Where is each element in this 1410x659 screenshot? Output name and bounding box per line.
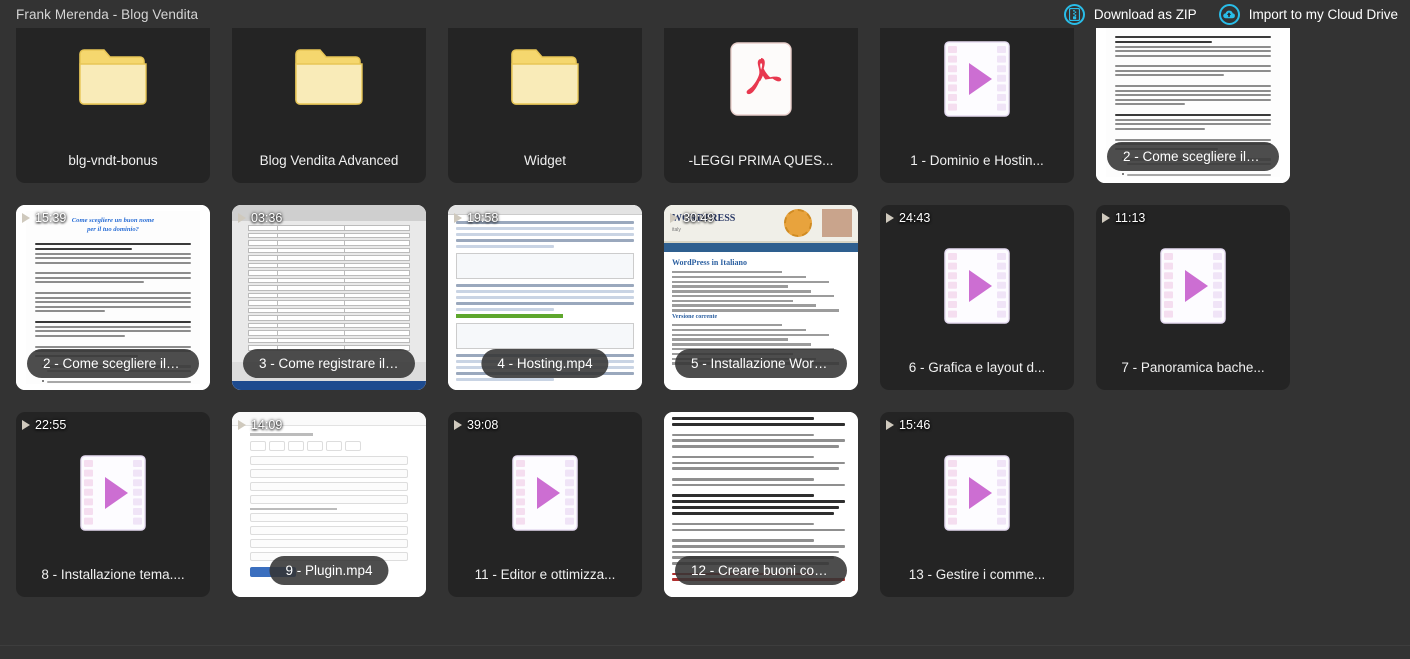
file-card[interactable]: 12 - Creare buoni con... bbox=[664, 412, 858, 597]
file-name-label: blg-vndt-bonus bbox=[68, 152, 158, 168]
file-card[interactable]: Come scegliere un buon nomeper il tuo do… bbox=[1096, 28, 1290, 183]
duration-label: 15:39 bbox=[35, 211, 67, 225]
page-title: Frank Merenda - Blog Vendita bbox=[16, 6, 199, 22]
file-card[interactable]: 22:55 8 - Installazione tema.... bbox=[16, 412, 210, 597]
file-name-label: 6 - Grafica e layout d... bbox=[908, 359, 1046, 375]
duration-label: 24:43 bbox=[899, 211, 931, 225]
file-card[interactable]: Widget bbox=[448, 28, 642, 183]
file-name-pill: 12 - Creare buoni con... bbox=[675, 556, 847, 585]
file-card[interactable]: -LEGGI PRIMA QUES... bbox=[664, 28, 858, 183]
duration-badge: 24:43 bbox=[886, 211, 930, 225]
file-name-pill: 4 - Hosting.mp4 bbox=[481, 349, 609, 378]
file-card[interactable]: blg-vndt-bonus bbox=[16, 28, 210, 183]
duration-badge: 03:36 bbox=[238, 211, 282, 225]
folder-icon bbox=[232, 28, 426, 138]
file-card[interactable]: 30:49 WORDPRESS italy WordPress in Italiano… bbox=[664, 205, 858, 390]
import-to-cloud-drive-button[interactable]: Import to my Cloud Drive bbox=[1218, 3, 1398, 25]
play-triangle-icon bbox=[886, 213, 894, 223]
file-name-pill: 3 - Come registrare il ... bbox=[243, 349, 415, 378]
app-header: Frank Merenda - Blog Vendita Download as… bbox=[0, 0, 1410, 28]
file-name-pill: 9 - Plugin.mp4 bbox=[269, 556, 389, 585]
file-card[interactable]: 15:39 Come scegliere un buon nome per il t… bbox=[16, 205, 210, 390]
file-card[interactable]: 39:08 11 - Editor e ottimizza... bbox=[448, 412, 642, 597]
duration-label: 15:46 bbox=[899, 418, 931, 432]
play-triangle-icon bbox=[670, 213, 678, 223]
play-triangle-icon bbox=[454, 420, 462, 430]
duration-badge: 22:55 bbox=[22, 418, 66, 432]
pdf-file-icon bbox=[664, 28, 858, 138]
duration-label: 11:13 bbox=[1115, 211, 1146, 225]
play-triangle-icon bbox=[1102, 213, 1110, 223]
duration-label: 03:36 bbox=[251, 211, 283, 225]
file-card[interactable]: 19:58 4 - Hosting.mp4 bbox=[448, 205, 642, 390]
duration-badge: 39:08 bbox=[454, 418, 498, 432]
file-card[interactable]: 03:36 3 - Come registrare il ... bbox=[232, 205, 426, 390]
file-card[interactable]: 14:09 9 - Plugin.mp4 bbox=[232, 412, 426, 597]
video-file-icon bbox=[880, 28, 1074, 138]
duration-badge: 30:49 bbox=[670, 211, 714, 225]
file-card[interactable]: 24:43 6 - Grafica e layout d... bbox=[880, 205, 1074, 390]
folder-icon bbox=[16, 28, 210, 138]
duration-badge: 15:39 bbox=[22, 211, 66, 225]
file-name-label: 7 - Panoramica bache... bbox=[1121, 359, 1265, 375]
video-file-icon bbox=[448, 434, 642, 552]
duration-label: 19:58 bbox=[467, 211, 499, 225]
horizontal-scrollbar[interactable] bbox=[0, 645, 1410, 659]
file-name-label: Blog Vendita Advanced bbox=[259, 152, 399, 168]
duration-label: 30:49 bbox=[683, 211, 715, 225]
download-as-zip-label: Download as ZIP bbox=[1093, 6, 1197, 22]
duration-badge: 11:13 bbox=[1102, 211, 1145, 225]
duration-label: 14:09 bbox=[251, 418, 283, 432]
file-card[interactable]: 15:46 13 - Gestire i comme... bbox=[880, 412, 1074, 597]
file-name-label: 8 - Installazione tema.... bbox=[41, 566, 185, 582]
file-card[interactable]: 07:221 - Dominio e Hostin... bbox=[880, 28, 1074, 183]
video-file-icon bbox=[880, 434, 1074, 552]
duration-badge: 14:09 bbox=[238, 418, 282, 432]
cloud-upload-icon bbox=[1218, 3, 1240, 25]
duration-label: 22:55 bbox=[35, 418, 67, 432]
play-triangle-icon bbox=[886, 420, 894, 430]
play-triangle-icon bbox=[238, 420, 246, 430]
file-name-label: Widget bbox=[523, 152, 567, 168]
duration-badge: 19:58 bbox=[454, 211, 498, 225]
play-triangle-icon bbox=[238, 213, 246, 223]
file-name-pill: 5 - Installazione Word... bbox=[675, 349, 847, 378]
file-name-label: -LEGGI PRIMA QUES... bbox=[688, 152, 834, 168]
file-name-pill: 2 - Come scegliere il d... bbox=[1107, 142, 1279, 171]
video-file-icon bbox=[1096, 227, 1290, 345]
download-as-zip-button[interactable]: Download as ZIP bbox=[1063, 3, 1197, 25]
file-name-label: 13 - Gestire i comme... bbox=[908, 566, 1046, 582]
import-to-cloud-drive-label: Import to my Cloud Drive bbox=[1248, 6, 1398, 22]
duration-badge: 15:46 bbox=[886, 418, 930, 432]
header-actions: Download as ZIP Import to my Cloud Drive bbox=[1063, 3, 1398, 25]
zip-download-icon bbox=[1063, 3, 1085, 25]
folder-icon bbox=[448, 28, 642, 138]
play-triangle-icon bbox=[22, 420, 30, 430]
file-name-label: 1 - Dominio e Hostin... bbox=[910, 152, 1044, 168]
video-file-icon bbox=[16, 434, 210, 552]
file-card[interactable]: Blog Vendita Advanced bbox=[232, 28, 426, 183]
file-grid: blg-vndt-bonus Blog Vendita Advanced Widge… bbox=[0, 28, 1306, 597]
file-card[interactable]: 11:13 7 - Panoramica bache... bbox=[1096, 205, 1290, 390]
video-file-icon bbox=[880, 227, 1074, 345]
file-name-pill: 2 - Come scegliere il d... bbox=[27, 349, 199, 378]
duration-label: 39:08 bbox=[467, 418, 499, 432]
file-name-label: 11 - Editor e ottimizza... bbox=[474, 566, 616, 582]
play-triangle-icon bbox=[454, 213, 462, 223]
file-grid-viewport[interactable]: blg-vndt-bonus Blog Vendita Advanced Widge… bbox=[0, 28, 1410, 659]
play-triangle-icon bbox=[22, 213, 30, 223]
